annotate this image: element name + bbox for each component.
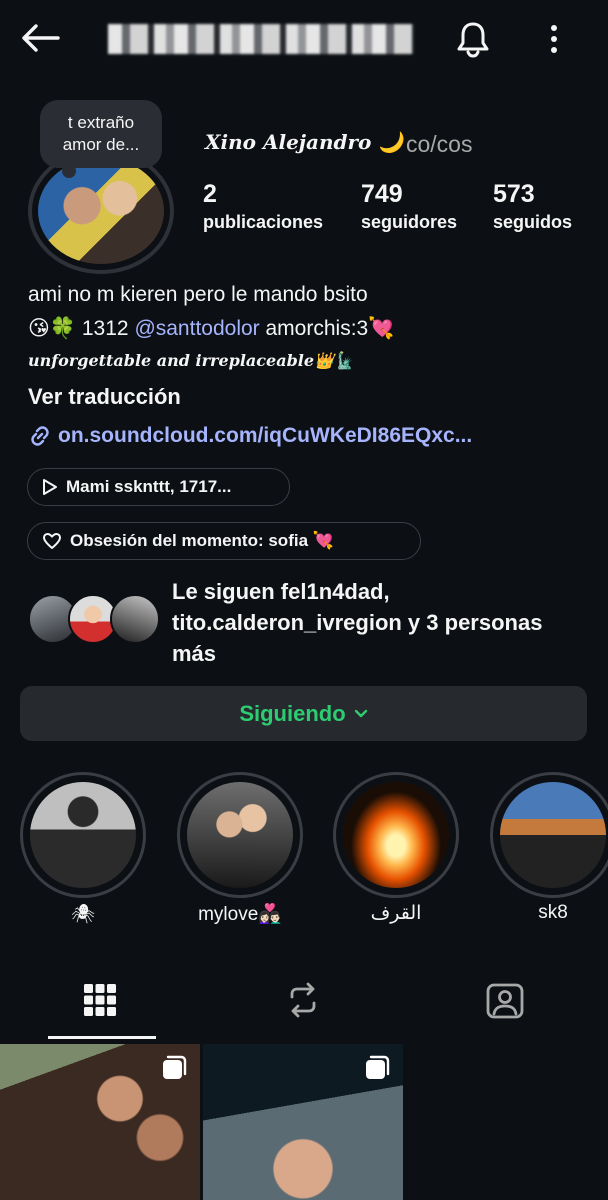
highlight-cover — [187, 782, 293, 888]
story-highlight[interactable]: mylove👩🏻‍❤️‍👨🏻 — [177, 772, 303, 926]
username-blurred — [108, 24, 414, 54]
tab-reposts[interactable] — [203, 960, 403, 1040]
bio-line-2-prefix: 😘🍀 1312 — [28, 317, 135, 340]
highlight-label: 🕷 — [70, 904, 96, 925]
more-vertical-icon — [551, 25, 557, 53]
highlight-cover — [30, 782, 136, 888]
tagged-user-icon — [486, 983, 524, 1019]
bio-line-1: ami no m kieren pero le mando bsito — [28, 283, 368, 306]
heart-icon — [43, 533, 61, 549]
obsession-pill[interactable]: Obsesión del momento: sofia 💘 — [27, 522, 421, 560]
tab-tagged[interactable] — [405, 960, 605, 1040]
followed-by-text[interactable]: Le siguen fel1n4dad, tito.calderon_ivreg… — [172, 576, 592, 669]
following-label: seguidos — [493, 212, 573, 232]
highlight-ring — [333, 772, 459, 898]
bio-mention-link[interactable]: @santtodolor — [134, 317, 259, 340]
bell-icon — [457, 22, 489, 58]
obsession-pill-text: Obsesión del momento: sofia 💘 — [70, 531, 334, 550]
story-highlight[interactable]: القرف — [333, 772, 459, 925]
more-options-button[interactable] — [536, 16, 572, 62]
highlight-cover — [500, 782, 606, 888]
active-tab-indicator — [48, 1036, 156, 1039]
back-button[interactable] — [18, 18, 62, 58]
external-link[interactable]: on.soundcloud.com/iqCuWKeDI86EQxc... — [28, 424, 472, 448]
profile-note[interactable]: t extraño amor de... — [40, 100, 162, 178]
play-icon — [43, 479, 57, 495]
display-name: Xino Alejandro 🌙 — [205, 130, 404, 154]
tab-posts-grid[interactable] — [0, 960, 200, 1040]
stat-posts[interactable]: 2 publicaciones — [203, 180, 323, 233]
post-thumbnail[interactable] — [0, 1044, 200, 1200]
music-pill[interactable]: Mami ssknttt, 1717... — [27, 468, 290, 506]
highlight-label: mylove👩🏻‍❤️‍👨🏻 — [198, 904, 282, 925]
story-highlight[interactable]: 🕷 — [20, 772, 146, 926]
bio-line-2-suffix: amorchis:3💘 — [259, 317, 395, 340]
grid-icon — [84, 984, 116, 1016]
top-bar — [0, 0, 608, 78]
carousel-icon — [366, 1055, 390, 1079]
profile-note-text: t extraño amor de... — [62, 113, 140, 154]
pronouns: co/cos — [406, 131, 473, 157]
bio-line-2: 😘🍀 1312 @santtodolor amorchis:3💘 — [28, 316, 394, 341]
followers-label: seguidores — [361, 212, 458, 232]
following-count: 573 — [493, 180, 535, 208]
notifications-button[interactable] — [450, 16, 496, 62]
highlight-ring — [490, 772, 608, 898]
posts-label: publicaciones — [203, 212, 324, 232]
arrow-left-icon — [22, 24, 60, 52]
post-thumbnail[interactable] — [203, 1044, 403, 1200]
story-highlight[interactable]: sk8 — [490, 772, 608, 924]
carousel-icon — [163, 1055, 187, 1079]
following-button-label: Siguiendo — [239, 700, 346, 726]
avatar-image — [38, 158, 164, 264]
highlight-ring — [177, 772, 303, 898]
highlight-label: sk8 — [538, 902, 568, 923]
highlight-ring — [20, 772, 146, 898]
highlight-cover — [343, 782, 449, 888]
stat-following[interactable]: 573 seguidos — [493, 180, 572, 233]
external-link-text: on.soundcloud.com/iqCuWKeDI86EQxc... — [58, 424, 473, 447]
avatar — [110, 594, 160, 644]
link-icon — [31, 426, 49, 446]
highlight-label: القرف — [370, 903, 422, 924]
stat-followers[interactable]: 749 seguidores — [361, 180, 457, 233]
music-pill-text: Mami ssknttt, 1717... — [66, 477, 232, 496]
bio-line-3: unforgettable and irreplaceable👑🗽 — [28, 351, 354, 370]
following-button[interactable]: Siguiendo — [20, 686, 587, 741]
mutual-followers-avatars[interactable] — [28, 594, 160, 646]
followers-count: 749 — [361, 180, 403, 208]
posts-count: 2 — [203, 180, 217, 208]
profile-tabs — [0, 960, 608, 1042]
chevron-down-icon — [354, 709, 367, 717]
see-translation-link[interactable]: Ver traducción — [28, 384, 181, 410]
repost-icon — [290, 982, 316, 1018]
